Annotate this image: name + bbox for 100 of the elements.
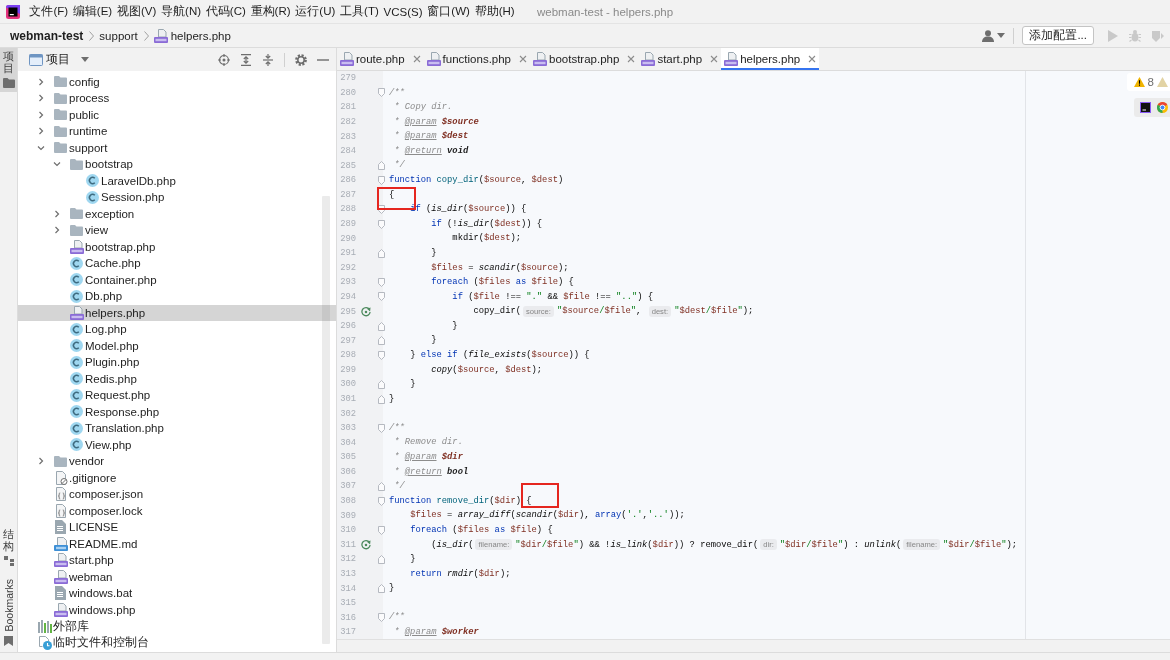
inspection-widget[interactable]: 8: [1126, 73, 1170, 91]
fold-icon[interactable]: [378, 379, 385, 389]
fold-icon[interactable]: [378, 584, 385, 593]
editor-tab[interactable]: route.php: [337, 48, 424, 70]
fold-icon[interactable]: [378, 525, 385, 535]
fold-icon[interactable]: [378, 277, 385, 287]
fold-icon[interactable]: [378, 175, 385, 185]
chevron-right-icon[interactable]: [37, 94, 45, 103]
menu-item[interactable]: 代码(C): [203, 2, 249, 21]
collapse-all-icon[interactable]: [262, 53, 274, 66]
fold-icon[interactable]: [378, 613, 385, 623]
tree-item[interactable]: public: [18, 106, 336, 123]
tree-item[interactable]: Redis.php: [18, 370, 336, 387]
chevron-right-icon[interactable]: [37, 77, 45, 86]
tree-item[interactable]: Session.php: [18, 189, 336, 206]
editor-tab[interactable]: start.php: [638, 48, 722, 70]
close-icon[interactable]: [710, 55, 719, 63]
fold-icon[interactable]: [378, 161, 385, 171]
fold-icon[interactable]: [378, 554, 385, 564]
tree-item[interactable]: exception: [18, 205, 336, 222]
recursion-icon[interactable]: [361, 306, 371, 318]
fold-icon[interactable]: [378, 496, 385, 506]
tree-item[interactable]: bootstrap.php: [18, 238, 336, 255]
app-logo-icon[interactable]: [6, 4, 20, 19]
tree-item[interactable]: composer.json: [18, 486, 336, 503]
tree-item[interactable]: helpers.php: [18, 304, 336, 321]
tree-item[interactable]: bootstrap: [18, 156, 336, 173]
breadcrumb-item[interactable]: support: [99, 29, 138, 42]
menu-item[interactable]: 工具(T): [337, 2, 382, 21]
tree-item[interactable]: start.php: [18, 552, 336, 569]
tree-item[interactable]: Db.php: [18, 288, 336, 305]
menu-item[interactable]: 视图(V): [114, 2, 159, 21]
chevron-right-icon[interactable]: [37, 110, 45, 119]
menu-item[interactable]: 编辑(E): [70, 2, 115, 21]
menu-item[interactable]: VCS(S): [381, 3, 425, 20]
chevron-right-icon[interactable]: [37, 127, 45, 136]
tree-item[interactable]: windows.php: [18, 601, 336, 618]
tree-item[interactable]: 外部库: [18, 618, 336, 635]
fold-icon[interactable]: [378, 248, 385, 258]
tree-item[interactable]: Container.php: [18, 271, 336, 288]
tree-item[interactable]: webman: [18, 568, 336, 585]
tree-item[interactable]: composer.lock: [18, 502, 336, 519]
chevron-right-icon[interactable]: [53, 226, 61, 235]
tree-item[interactable]: view: [18, 222, 336, 239]
scrollbar-thumb[interactable]: [322, 196, 330, 644]
crosshair-icon[interactable]: [218, 53, 230, 66]
menu-item[interactable]: 运行(U): [292, 2, 338, 21]
tree-item[interactable]: windows.bat: [18, 585, 336, 602]
tool-window-button[interactable]: Bookmarks: [0, 576, 17, 650]
editor-tab[interactable]: functions.php: [423, 48, 531, 70]
tree-item[interactable]: support: [18, 139, 336, 156]
breadcrumb-item[interactable]: helpers.php: [153, 28, 231, 43]
breadcrumb-item[interactable]: webman-test: [10, 28, 84, 43]
close-icon[interactable]: [627, 55, 636, 63]
close-icon[interactable]: [519, 55, 528, 63]
tree-item[interactable]: Log.php: [18, 321, 336, 338]
fold-icon[interactable]: [378, 423, 385, 433]
chevron-down-icon[interactable]: [37, 143, 45, 152]
tree-item[interactable]: Model.php: [18, 337, 336, 354]
settings-icon[interactable]: [295, 53, 307, 66]
tree-item[interactable]: Translation.php: [18, 420, 336, 437]
fold-icon[interactable]: [378, 292, 385, 302]
fold-icon[interactable]: [378, 205, 385, 214]
tree-item[interactable]: LICENSE: [18, 519, 336, 536]
fold-icon[interactable]: [378, 321, 385, 331]
minus-icon[interactable]: [317, 58, 329, 61]
fold-icon[interactable]: [378, 481, 385, 491]
fold-icon[interactable]: [378, 219, 385, 229]
tree-item[interactable]: View.php: [18, 436, 336, 453]
menu-item[interactable]: 文件(F): [27, 2, 71, 21]
tool-window-button[interactable]: 结构: [0, 526, 17, 571]
user-icon[interactable]: [982, 29, 995, 42]
tree-item[interactable]: process: [18, 90, 336, 107]
tree-item[interactable]: vendor: [18, 453, 336, 470]
close-icon[interactable]: [808, 55, 817, 63]
editor-tab[interactable]: helpers.php: [721, 48, 820, 70]
add-configuration-button[interactable]: 添加配置...: [1022, 26, 1094, 45]
chevron-right-icon[interactable]: [37, 457, 45, 466]
expand-all-icon[interactable]: [240, 53, 252, 66]
tree-item[interactable]: README.md: [18, 535, 336, 552]
fold-icon[interactable]: [378, 350, 385, 360]
tree-item[interactable]: Request.php: [18, 387, 336, 404]
caret-down-icon[interactable]: [997, 33, 1006, 38]
tree-item[interactable]: Plugin.php: [18, 354, 336, 371]
view-selector[interactable]: 项目: [29, 52, 89, 67]
tree-item[interactable]: Response.php: [18, 403, 336, 420]
fold-icon[interactable]: [378, 88, 385, 98]
menu-item[interactable]: 帮助(H): [472, 2, 517, 21]
menu-item[interactable]: 导航(N): [158, 2, 204, 21]
recursion-icon[interactable]: [361, 539, 371, 551]
chevron-right-icon[interactable]: [53, 209, 61, 218]
editor-tab[interactable]: bootstrap.php: [530, 48, 639, 70]
tree-item[interactable]: config: [18, 73, 336, 90]
tree-item[interactable]: Cache.php: [18, 255, 336, 272]
chevron-down-icon[interactable]: [53, 160, 61, 169]
fold-icon[interactable]: [378, 336, 385, 346]
tree-item[interactable]: 临时文件和控制台: [18, 634, 336, 651]
close-icon[interactable]: [412, 55, 421, 63]
menu-item[interactable]: 重构(R): [248, 2, 293, 21]
tree-item[interactable]: runtime: [18, 123, 336, 140]
